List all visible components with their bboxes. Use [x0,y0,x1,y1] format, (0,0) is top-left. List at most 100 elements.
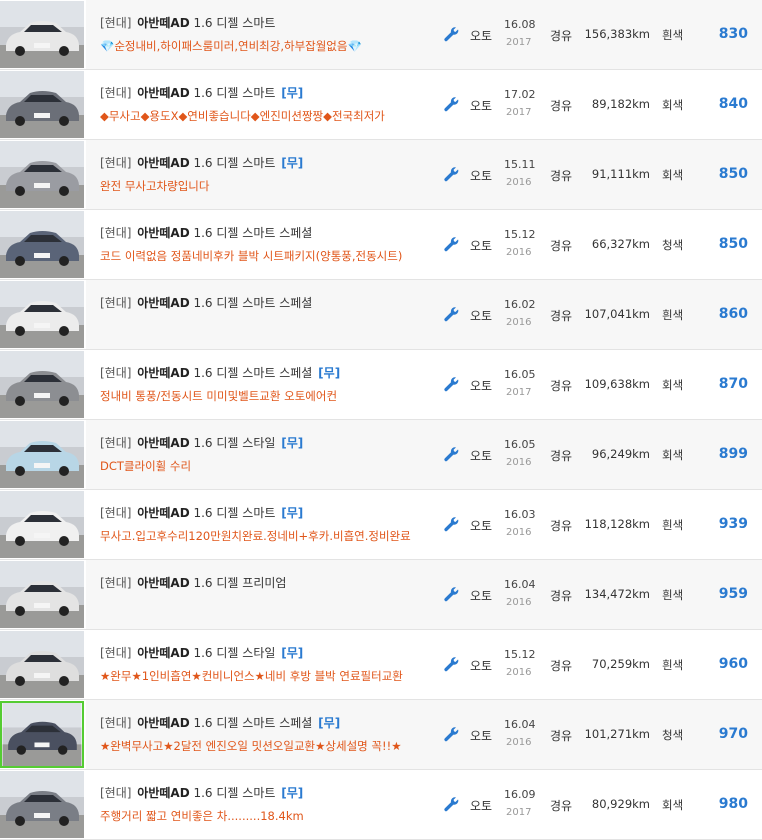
model-label: 아반떼AD [137,506,190,520]
price-link[interactable]: 850 [719,166,748,182]
wrench-icon[interactable] [444,97,460,113]
car-thumbnail[interactable] [0,71,84,138]
wrench-icon[interactable] [444,167,460,183]
mileage: 156,383km [584,27,650,41]
fuel-type: 경유 [550,309,573,323]
listing-row[interactable]: [현대] 아반떼AD 1.6 디젤 스타일 [무] DCT클라이휠 수리 오토 … [0,420,762,490]
registration-date: 16.04 [504,578,536,591]
price-link[interactable]: 850 [719,236,748,252]
car-thumbnail[interactable] [0,491,84,558]
listing-info: [현대] 아반떼AD 1.6 디젤 스마트 스페셜 [무] ★완벽무사고★2달전… [86,700,438,769]
price-link[interactable]: 970 [719,726,748,742]
car-thumbnail[interactable] [0,351,84,418]
listing-row[interactable]: [현대] 아반떼AD 1.6 디젤 스마트 [무] 무사고.입고후수리120만원… [0,490,762,560]
price-link[interactable]: 939 [719,516,748,532]
car-photo [0,631,84,698]
listing-info: [현대] 아반떼AD 1.6 디젤 스마트 💎순정내비,하이패스룸미러,연비최강… [86,0,438,69]
maker-label: [현대] [100,16,132,30]
wrench-icon[interactable] [444,517,460,533]
car-thumbnail[interactable] [0,1,84,68]
wrench-icon[interactable] [444,797,460,813]
listing-row[interactable]: [현대] 아반떼AD 1.6 디젤 스마트 [무] 완전 무사고차량입니다 오토… [0,140,762,210]
mileage: 89,182km [591,97,650,111]
trim-label: 1.6 디젤 스마트 스페셜 [193,716,313,730]
maker-label: [현대] [100,366,132,380]
model-label: 아반떼AD [137,156,190,170]
price-link[interactable]: 860 [719,306,748,322]
transmission: 오토 [470,659,493,673]
no-accident-badge: [무] [318,716,341,730]
maker-label: [현대] [100,786,132,800]
price-link[interactable]: 960 [719,656,748,672]
listing-row[interactable]: [현대] 아반떼AD 1.6 디젤 스타일 [무] ★완무★1인비흡연★컨비니언… [0,630,762,700]
listing-row[interactable]: [현대] 아반떼AD 1.6 디젤 스마트 스페셜 [무] 정내비 통풍/전동시… [0,350,762,420]
wrench-icon[interactable] [444,377,460,393]
trim-label: 1.6 디젤 프리미엄 [193,576,287,590]
car-photo [0,211,84,278]
car-thumbnail[interactable] [0,281,84,348]
car-thumbnail[interactable] [0,561,84,628]
listing-description: 정내비 통풍/전동시트 미미및벨트교환 오토에어컨 [100,389,338,403]
wrench-icon[interactable] [444,727,460,743]
car-thumbnail[interactable] [0,701,84,768]
listing-title[interactable]: [현대] 아반떼AD 1.6 디젤 프리미엄 [100,574,288,591]
fuel-type: 경유 [550,729,573,743]
listing-title[interactable]: [현대] 아반떼AD 1.6 디젤 스마트 스페셜 [무] [100,714,340,731]
car-thumbnail[interactable] [0,631,84,698]
listing-specs: 오토 16.08 2017 경유 156,383km 흰색 830 [438,0,762,69]
listing-row[interactable]: [현대] 아반떼AD 1.6 디젤 스마트 스페셜 [무] ★완벽무사고★2달전… [0,700,762,770]
trim-label: 1.6 디젤 스마트 [193,786,276,800]
transmission: 오토 [470,309,493,323]
listing-row[interactable]: [현대] 아반떼AD 1.6 디젤 스마트 스페셜 오토 16.02 2016 … [0,280,762,350]
car-color: 청색 [662,238,684,252]
listing-title[interactable]: [현대] 아반떼AD 1.6 디젤 스마트 [무] [100,784,303,801]
registration-date: 16.02 [504,298,536,311]
price-link[interactable]: 870 [719,376,748,392]
wrench-icon[interactable] [444,587,460,603]
car-color: 흰색 [662,308,684,322]
car-thumbnail[interactable] [0,771,84,838]
listing-row[interactable]: [현대] 아반떼AD 1.6 디젤 스마트 💎순정내비,하이패스룸미러,연비최강… [0,0,762,70]
listing-title[interactable]: [현대] 아반떼AD 1.6 디젤 스마트 [100,14,277,31]
price-link[interactable]: 899 [719,446,748,462]
model-label: 아반떼AD [137,576,190,590]
wrench-icon[interactable] [444,307,460,323]
car-thumbnail[interactable] [0,421,84,488]
listing-info: [현대] 아반떼AD 1.6 디젤 스타일 [무] ★완무★1인비흡연★컨비니언… [86,630,438,699]
wrench-icon[interactable] [444,447,460,463]
car-thumbnail[interactable] [0,141,84,208]
price-link[interactable]: 830 [719,26,748,42]
listing-title[interactable]: [현대] 아반떼AD 1.6 디젤 스마트 [무] [100,154,303,171]
transmission: 오토 [470,799,493,813]
wrench-icon[interactable] [444,657,460,673]
mileage: 66,327km [591,237,650,251]
wrench-icon[interactable] [444,237,460,253]
listing-specs: 오토 16.04 2016 경유 134,472km 흰색 959 [438,560,762,629]
trim-label: 1.6 디젤 스마트 스페셜 [193,296,313,310]
car-thumbnail[interactable] [0,211,84,278]
listing-title[interactable]: [현대] 아반떼AD 1.6 디젤 스마트 스페셜 [100,224,314,241]
listing-row[interactable]: [현대] 아반떼AD 1.6 디젤 스마트 스페셜 코드 이력없음 정품네비후카… [0,210,762,280]
no-accident-badge: [무] [281,436,304,450]
maker-label: [현대] [100,576,132,590]
price-link[interactable]: 980 [719,796,748,812]
listing-title[interactable]: [현대] 아반떼AD 1.6 디젤 스타일 [무] [100,644,303,661]
registration-date: 16.03 [504,508,536,521]
price-link[interactable]: 840 [719,96,748,112]
listing-title[interactable]: [현대] 아반떼AD 1.6 디젤 스마트 [무] [100,84,303,101]
listing-title[interactable]: [현대] 아반떼AD 1.6 디젤 스마트 스페셜 [100,294,314,311]
car-photo [0,561,84,628]
listing-title[interactable]: [현대] 아반떼AD 1.6 디젤 스마트 [무] [100,504,303,521]
listing-row[interactable]: [현대] 아반떼AD 1.6 디젤 스마트 [무] ◆무사고◆용도X◆연비좋습니… [0,70,762,140]
wrench-icon[interactable] [444,27,460,43]
mileage: 91,111km [591,167,650,181]
transmission: 오토 [470,239,493,253]
car-photo [0,421,84,488]
car-color: 흰색 [662,658,684,672]
listing-title[interactable]: [현대] 아반떼AD 1.6 디젤 스마트 스페셜 [무] [100,364,340,381]
listing-row[interactable]: [현대] 아반떼AD 1.6 디젤 프리미엄 오토 16.04 2016 경유 … [0,560,762,630]
listing-row[interactable]: [현대] 아반떼AD 1.6 디젤 스마트 [무] 주행거리 짧고 연비좋은 차… [0,770,762,840]
listing-description: 코드 이력없음 정품네비후카 블박 시트패키지(양통풍,전동시트) [100,249,403,263]
price-link[interactable]: 959 [719,586,748,602]
listing-title[interactable]: [현대] 아반떼AD 1.6 디젤 스타일 [무] [100,434,303,451]
